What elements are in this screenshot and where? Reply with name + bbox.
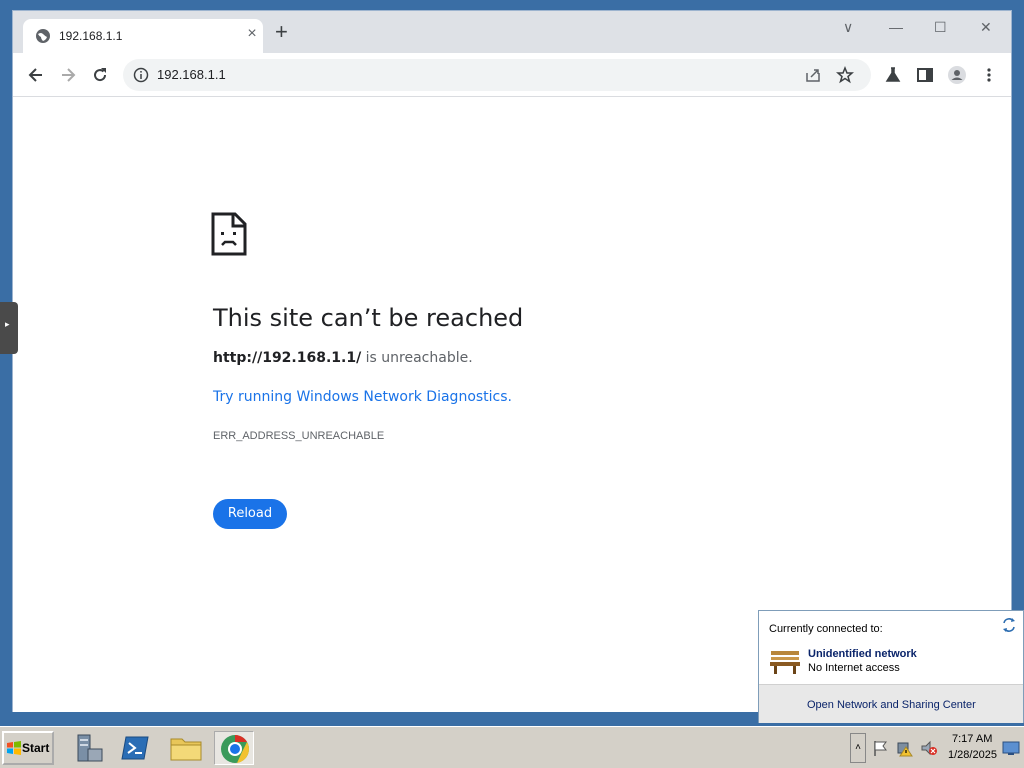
tab-title: 192.168.1.1 xyxy=(59,29,123,43)
forward-icon[interactable] xyxy=(58,65,78,85)
side-panel-icon[interactable] xyxy=(915,65,935,85)
network-bench-icon xyxy=(770,651,800,674)
network-status: No Internet access xyxy=(808,662,900,674)
chevron-down-icon[interactable]: ∨ xyxy=(843,19,853,36)
taskbar-server-manager[interactable] xyxy=(68,731,108,765)
chrome-icon xyxy=(221,735,249,763)
diagnostics-link[interactable]: Try running Windows Network Diagnostics. xyxy=(213,389,512,405)
error-desc-text: is unreachable. xyxy=(361,350,473,366)
address-url[interactable]: 192.168.1.1 xyxy=(157,67,226,82)
file-explorer-icon xyxy=(170,738,202,761)
network-header: Currently connected to: xyxy=(769,623,883,635)
new-tab-button[interactable]: + xyxy=(275,21,288,43)
taskbar: Start ˄ 7:17 AM 1/28/2025 xyxy=(0,726,1024,768)
star-icon[interactable] xyxy=(835,65,855,85)
address-bar[interactable]: 192.168.1.1 xyxy=(123,59,871,91)
browser-toolbar: 192.168.1.1 xyxy=(13,53,1011,97)
powershell-icon xyxy=(121,736,149,760)
clock-time[interactable]: 7:17 AM xyxy=(952,733,992,745)
network-popup-footer: Open Network and Sharing Center xyxy=(759,684,1023,723)
tab-close-icon[interactable]: × xyxy=(245,25,259,43)
share-icon[interactable] xyxy=(803,65,823,85)
network-warning-icon[interactable] xyxy=(896,739,914,757)
menu-icon[interactable] xyxy=(979,65,999,85)
tray-expand-button[interactable]: ˄ xyxy=(850,733,866,763)
error-description: http://192.168.1.1/ is unreachable. xyxy=(213,350,473,366)
back-icon[interactable] xyxy=(26,65,46,85)
taskbar-file-explorer[interactable] xyxy=(166,731,206,765)
network-popup: Currently connected to: Unidentified net… xyxy=(758,610,1024,723)
start-button[interactable]: Start xyxy=(2,731,54,765)
tab-active[interactable]: 192.168.1.1 × xyxy=(23,19,263,53)
network-name: Unidentified network xyxy=(808,648,917,660)
network-sharing-center-link[interactable]: Open Network and Sharing Center xyxy=(807,699,976,711)
error-url: http://192.168.1.1/ xyxy=(213,350,362,366)
profile-icon[interactable] xyxy=(947,65,967,85)
error-title: This site can’t be reached xyxy=(213,304,524,332)
minimize-button[interactable]: — xyxy=(889,19,903,35)
taskbar-chrome[interactable] xyxy=(214,731,254,765)
arrow-right-icon: ▸ xyxy=(5,319,10,329)
labs-icon[interactable] xyxy=(883,65,903,85)
tab-strip: 192.168.1.1 × + ∨ — ☐ ✕ xyxy=(13,11,1011,53)
error-code: ERR_ADDRESS_UNREACHABLE xyxy=(213,430,385,442)
windows-flag-icon xyxy=(7,741,21,755)
reload-button[interactable]: Reload xyxy=(213,499,287,529)
sad-page-icon xyxy=(211,212,247,256)
browser-window: 192.168.1.1 × + ∨ — ☐ ✕ 192.168.1.1 This… xyxy=(12,10,1012,712)
globe-icon xyxy=(36,29,50,43)
clock-date[interactable]: 1/28/2025 xyxy=(948,749,997,761)
info-icon[interactable] xyxy=(133,67,149,83)
show-desktop-icon[interactable] xyxy=(1002,739,1020,757)
volume-muted-icon[interactable] xyxy=(920,739,938,757)
maximize-button[interactable]: ☐ xyxy=(934,19,947,36)
side-panel-handle[interactable]: ▸ xyxy=(0,302,18,354)
taskbar-powershell[interactable] xyxy=(116,731,156,765)
reload-icon[interactable] xyxy=(90,65,110,85)
system-tray: ˄ 7:17 AM 1/28/2025 xyxy=(850,731,1022,765)
server-manager-icon xyxy=(77,734,103,762)
start-label: Start xyxy=(22,741,50,755)
action-center-flag-icon[interactable] xyxy=(872,739,890,757)
refresh-icon[interactable] xyxy=(1001,617,1017,633)
close-window-button[interactable]: ✕ xyxy=(980,19,992,36)
